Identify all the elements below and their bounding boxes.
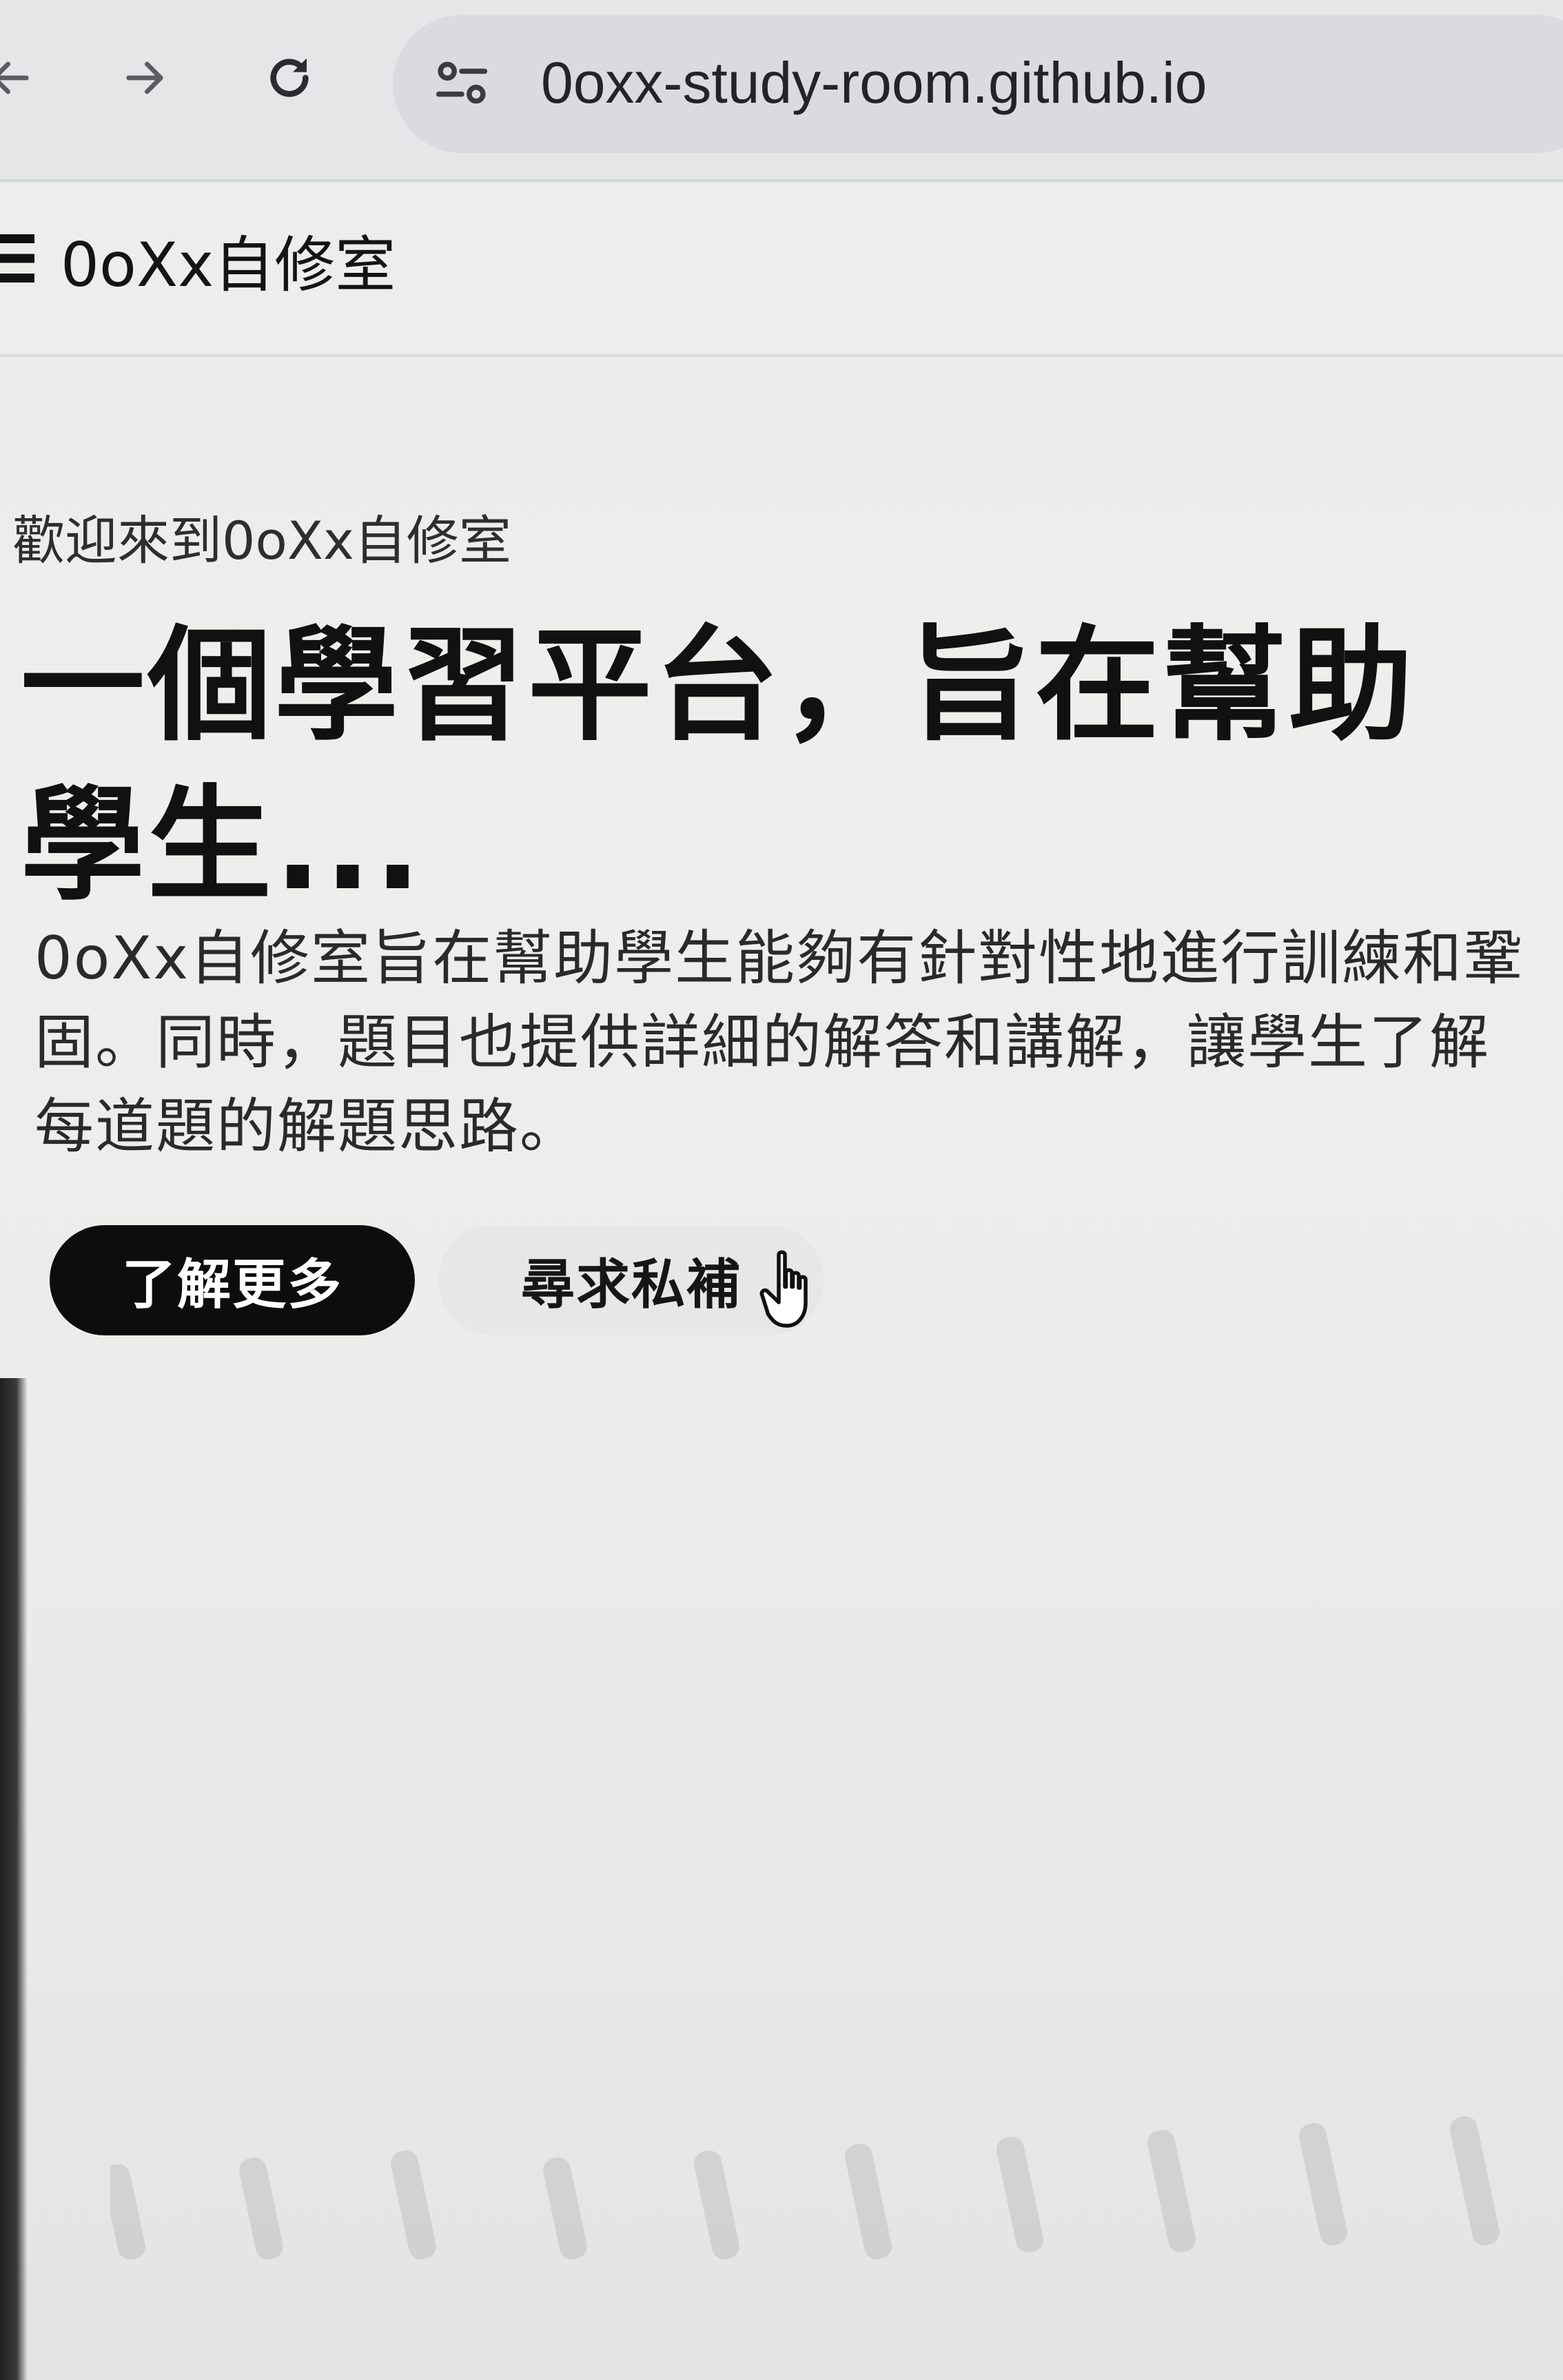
url-text[interactable]: 0oxx-study-room.github.io <box>541 48 1207 117</box>
forward-button[interactable] <box>107 41 183 117</box>
site-title[interactable]: 0oXx自修室 <box>61 227 396 303</box>
hand-pointer-cursor-icon <box>758 1247 827 1337</box>
back-button[interactable] <box>0 41 48 117</box>
tune-icon[interactable] <box>427 48 496 117</box>
hero-headline: 一個學習平台，旨在幫助學生... <box>21 614 1416 918</box>
hero-eyebrow: 歡迎來到0oXx自修室 <box>12 510 511 571</box>
learn-more-button[interactable]: 了解更多 <box>50 1225 415 1335</box>
hamburger-menu-icon[interactable] <box>0 227 34 289</box>
arrow-left-icon <box>0 50 38 108</box>
reload-icon <box>262 50 317 108</box>
screen-background <box>0 0 1563 2380</box>
background-watermark <box>103 2053 1557 2274</box>
hero-description: 0oXx自修室旨在幫助學生能夠有針對性地進行訓練和鞏固。同時，題目也提供詳細的解… <box>34 924 1524 1161</box>
arrow-right-icon <box>117 50 172 108</box>
reload-button[interactable] <box>252 41 327 117</box>
monitor-bezel <box>0 1378 28 2380</box>
